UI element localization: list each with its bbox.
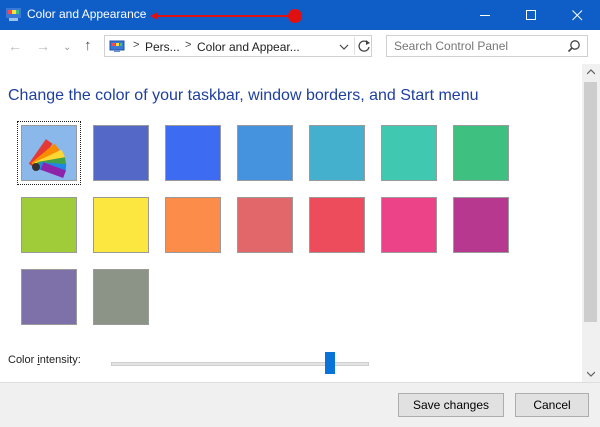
color-intensity-label: Color intensity: (8, 354, 81, 366)
color-swatch-pink[interactable] (381, 197, 437, 253)
search-input[interactable] (387, 36, 564, 56)
annotation-arrow-icon (150, 9, 302, 23)
scroll-down-button[interactable] (582, 366, 600, 382)
page-heading: Change the color of your taskbar, window… (8, 87, 479, 104)
color-swatch-lavender[interactable] (21, 269, 77, 325)
scroll-up-button[interactable] (582, 64, 600, 80)
minimize-button[interactable] (462, 0, 508, 30)
color-swatch-red[interactable] (309, 197, 365, 253)
vertical-scrollbar[interactable] (582, 64, 600, 382)
content-pane: Change the color of your taskbar, window… (0, 64, 582, 382)
breadcrumb-personalization[interactable]: Pers... (145, 40, 180, 54)
maximize-button[interactable] (508, 0, 554, 30)
scrollbar-thumb[interactable] (584, 82, 597, 322)
breadcrumb-color-appearance[interactable]: Color and Appear... (197, 40, 300, 54)
chevron-up-icon (587, 69, 595, 75)
color-intensity-slider-thumb[interactable] (325, 352, 336, 374)
color-swatch-sky-blue[interactable] (237, 125, 293, 181)
color-swatch-automatic[interactable] (17, 121, 81, 185)
chevron-down-icon (587, 371, 595, 377)
up-button[interactable]: ↑ (84, 38, 92, 54)
breadcrumb-separator: > (185, 39, 192, 51)
color-swatch-aqua[interactable] (381, 125, 437, 181)
maximize-icon (525, 9, 536, 20)
breadcrumb-separator: > (133, 39, 140, 51)
color-swatch-slate-blue[interactable] (93, 125, 149, 181)
cancel-button[interactable]: Cancel (515, 393, 589, 417)
address-bar[interactable]: > Pers... > Color and Appear... (104, 35, 372, 57)
color-appearance-app-icon (6, 8, 21, 21)
color-swatch-green[interactable] (453, 125, 509, 181)
save-changes-button[interactable]: Save changes (398, 393, 504, 417)
close-button[interactable] (554, 0, 600, 30)
color-swatch-gray[interactable] (93, 269, 149, 325)
close-icon (571, 9, 582, 20)
color-swatch-yellow[interactable] (93, 197, 149, 253)
minimize-icon (479, 14, 490, 16)
back-button[interactable]: ← (8, 38, 22, 54)
color-swatch-teal[interactable] (309, 125, 365, 181)
color-swatch-blue[interactable] (165, 125, 221, 181)
control-panel-icon (109, 40, 125, 52)
window-title: Color and Appearance (27, 7, 147, 21)
refresh-icon[interactable] (354, 37, 373, 55)
color-swatch-lime[interactable] (21, 197, 77, 253)
title-bar: Color and Appearance (0, 0, 600, 30)
color-swatch-salmon[interactable] (237, 197, 293, 253)
search-box[interactable] (386, 35, 588, 57)
dialog-footer: Save changes Cancel (0, 382, 600, 427)
address-dropdown-icon[interactable] (337, 40, 351, 54)
search-icon[interactable] (567, 39, 581, 53)
color-palette-icon (28, 139, 67, 178)
forward-button[interactable]: → (36, 38, 50, 54)
recent-locations-button[interactable]: ⌄ (63, 40, 71, 56)
navigation-bar: ← → ⌄ ↑ > Pers... > Color and Appear... (0, 30, 600, 64)
color-swatch-orange[interactable] (165, 197, 221, 253)
color-swatch-magenta[interactable] (453, 197, 509, 253)
